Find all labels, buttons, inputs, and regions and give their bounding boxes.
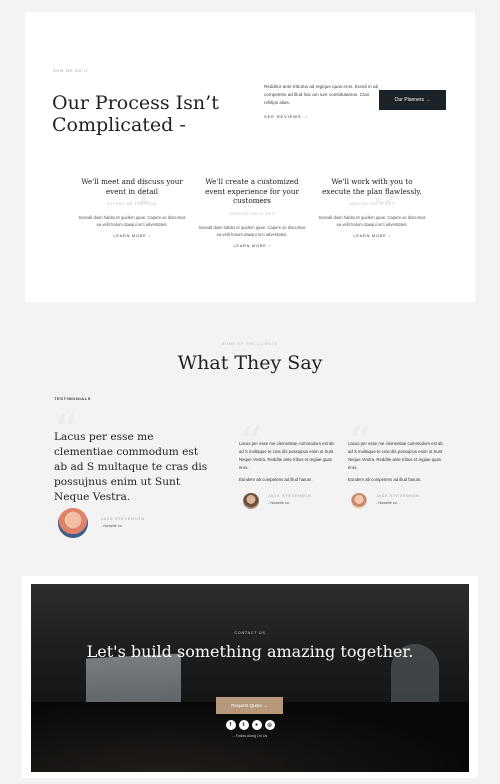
twitter-icon[interactable]: t [238,720,249,730]
author-name: JACK STEVENSON [376,494,420,498]
avatar [58,508,88,538]
step-title: We'll meet and discuss your event in det… [81,177,183,196]
step-eyebrow: INNOVATION IS KEY [348,202,396,207]
process-title: Our Process Isn’t Complicated - [52,92,219,136]
follow-text: – Follow Along On Us [232,734,268,738]
step-text: Sanvall diam habitu et quidem quae. Cape… [78,215,186,228]
process-step-2: 2 We'll create a customized event experi… [197,172,307,248]
process-section: HOW WE DO IT Our Process Isn’t Complicat… [25,12,475,302]
image-overlay [31,584,469,772]
cta-eyebrow: CONTACT US [234,631,266,635]
facebook-icon[interactable]: f [225,720,236,730]
learn-more-link[interactable]: LEARN MORE › [77,234,187,238]
learn-more-link[interactable]: LEARN MORE › [317,234,427,238]
learn-more-label: LEARN MORE [353,234,387,239]
author-name: JACK STEVENSON [101,517,145,521]
testimonial-quote: Lacus per esse me clementiae commodum es… [239,441,334,470]
process-eyebrow: HOW WE DO IT [53,69,89,73]
step-title: We'll work with you to execute the plan … [322,177,422,196]
testimonials-title: What They Say [177,352,323,374]
see-reviews-link[interactable]: SEE REVIEWS › [264,114,308,119]
process-step-1: 1 We'll meet and discuss your event in d… [77,172,187,238]
featured-quote: Lacus per esse me clementiae commodum es… [54,431,208,503]
chevron-right-icon: › [388,234,391,239]
step-text: Sanvall diam habitu et quidem quae. Cape… [198,224,306,237]
learn-more-link[interactable]: LEARN MORE › [197,244,307,248]
cta-section: CONTACT US Let's build something amazing… [31,584,469,772]
avatar [243,493,259,509]
process-intro: Redditur ante tributus ad regique quas e… [264,84,379,105]
chevron-right-icon: › [305,114,308,119]
testimonial-sub: Eundem ab competens ad illud harum. [239,477,313,482]
step-title: We'll create a customized event experien… [205,177,299,206]
testimonial-quote: Lacus per esse me clementiae commodum es… [348,441,443,470]
process-step-3: 3 We'll work with you to execute the pla… [317,172,427,238]
testimonials-eyebrow: SOME OF THE CLIENTS [221,342,279,346]
request-quote-button[interactable]: Request Quote → [216,697,283,714]
step-eyebrow: EXPERT AS PURPOSE [107,202,157,207]
step-text: Sanvall diam habitu et quidem quae. Cape… [318,215,426,228]
social-links: f t ● ◎ [31,720,469,730]
author-role: - Nowelle co. [376,501,398,505]
our-planners-button[interactable]: Our Planners → [379,90,446,110]
author-role: - Nowelle co. [268,501,290,505]
see-reviews-label: SEE REVIEWS [264,114,302,119]
step-eyebrow: INNOVATION IS KEY [228,211,276,216]
pinterest-icon[interactable]: ● [251,720,262,730]
author-name: JACK STEVENSON [268,494,312,498]
testimonial-sub: Eundem ab competens ad illud harum. [348,477,422,482]
testimonials-label: TESTIMONIALS [54,396,91,401]
chevron-right-icon: › [148,234,151,239]
avatar [351,493,367,509]
learn-more-label: LEARN MORE [113,234,147,239]
author-role: - Nowelle co. [101,524,123,528]
learn-more-label: LEARN MORE [233,243,267,248]
cta-title: Let's build something amazing together. [86,642,414,661]
chevron-right-icon: › [268,243,271,248]
instagram-icon[interactable]: ◎ [264,720,275,730]
